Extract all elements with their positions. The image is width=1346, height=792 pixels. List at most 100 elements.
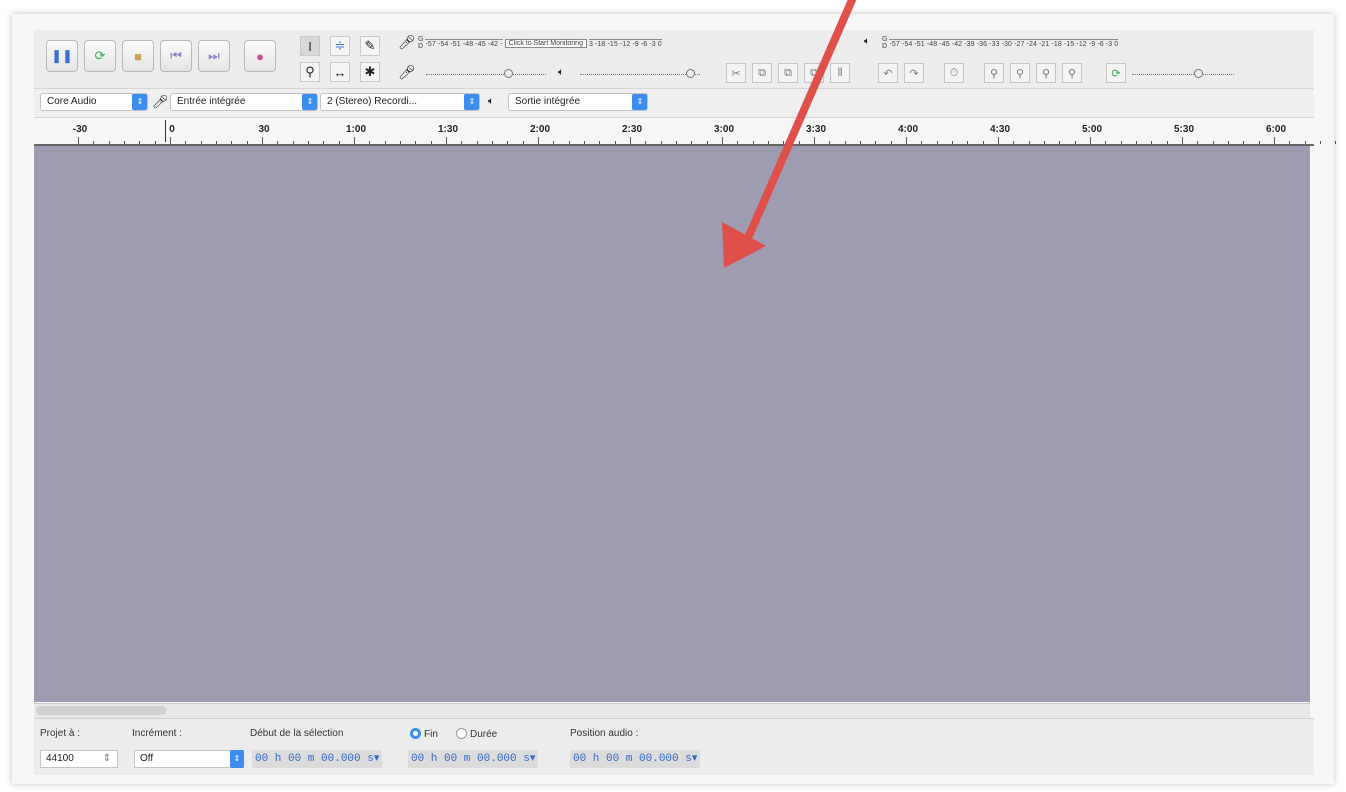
ruler-tick-mark [1304,141,1306,144]
fit-project-button[interactable]: ⚲ [1062,63,1082,83]
horizontal-scrollbar[interactable] [34,703,1310,718]
ruler-tick-mark [415,141,417,144]
input-device-value: Entrée intégrée [177,96,246,107]
ruler-tick-mark [921,141,923,144]
record-button[interactable]: ● [244,40,276,72]
ruler-tick-mark [1166,141,1168,144]
input-volume-slider[interactable] [426,65,546,79]
fit-selection-icon: ⚲ [1041,67,1051,80]
output-volume-slider[interactable] [580,65,700,79]
skip-to-end-button[interactable]: ⏭ [198,40,230,72]
ruler-tick-mark [706,141,708,144]
redo-button[interactable]: ↷ [904,63,924,83]
input-channels-select[interactable]: 2 (Stereo) Recordi... ⇕ [320,93,480,111]
ruler-tick-mark [1059,141,1061,144]
zoom-in-button[interactable]: ⚲ [984,63,1004,83]
selection-end-time[interactable]: 00 h 00 m 00.000 s▾ [408,750,539,768]
ruler-tick-mark [170,137,171,144]
envelope-tool[interactable]: ≑ [330,36,350,56]
ruler-tick-mark [1151,141,1153,144]
ruler-tick-mark [124,141,125,144]
select-arrows-icon: ⇕ [464,94,479,110]
pencil-icon: ✎ [364,38,376,53]
selection-toolbar: Projet à : 44100 ⇕ Incrément : Off ⇕ Début… [34,718,1314,775]
ruler-tick-label: 5:30 [1173,124,1195,135]
fit-project-icon: ⚲ [1067,67,1077,80]
play-at-speed-button[interactable]: ⟳ [1106,63,1126,83]
silence-button[interactable]: ⫴ [830,63,850,83]
record-meter-scale-right: 3 -18 -15 -12 -9 -6 -3 0 [588,38,662,48]
record-meter-scale: -57 -54 -51 -48 -45 -42 - [425,38,503,48]
time-shift-tool[interactable]: ↔ [330,62,350,82]
ruler-tick-mark [906,137,907,144]
output-device-value: Sortie intégrée [515,96,581,107]
playback-meter-speaker-icon[interactable]: 🔈︎ [864,36,870,47]
trim-button[interactable]: ⧉ [804,63,824,83]
project-rate-field[interactable]: 44100 ⇕ [40,750,118,768]
audio-host-select[interactable]: Core Audio ⇕ [40,93,148,111]
zoom-out-button[interactable]: ⚲ [1010,63,1030,83]
ruler-tick-mark [844,141,846,144]
play-speed-slider[interactable] [1132,65,1234,79]
sync-lock-button[interactable]: ⏱ [944,63,964,83]
ruler-tick-mark [890,141,892,144]
ruler-tick-mark [292,141,294,144]
pause-button[interactable]: ❚❚ [46,40,78,72]
ruler-tick-mark [1258,141,1260,144]
timer-icon: ⏱ [949,66,959,79]
paste-button[interactable]: ⧉ [778,63,798,83]
ruler-tick-mark [246,141,248,144]
output-device-select[interactable]: Sortie intégrée ⇕ [508,93,648,111]
input-device-select[interactable]: Entrée intégrée ⇕ [170,93,318,111]
record-meter[interactable]: G D -57 -54 -51 -48 -45 -42 - Click to S… [418,33,662,53]
draw-tool[interactable]: ✎ [360,36,380,56]
ruler-tick-mark [400,141,401,144]
end-radio-label: Fin [424,729,438,740]
playback-meter[interactable]: G D -57 -54 -51 -48 -45 -42 -39 -36 -33 … [882,33,1119,53]
selection-start-label: Début de la sélection [250,728,344,739]
scrollbar-thumb[interactable] [36,706,166,715]
cut-button[interactable]: ✂ [726,63,746,83]
ruler-tick-mark [538,137,539,144]
copy-button[interactable]: ⧉ [752,63,772,83]
audio-position-label: Position audio : [570,728,639,739]
ruler-tick-mark [1320,141,1321,144]
zoom-tool[interactable]: ⚲ [300,62,320,82]
ruler-tick-mark [1028,141,1030,144]
ruler-tick-mark [1274,137,1275,144]
copy-icon: ⧉ [758,66,766,79]
ruler-tick-mark [783,141,785,144]
stop-button[interactable]: ■ [122,40,154,72]
ruler-tick-mark [660,141,662,144]
selection-start-time[interactable]: 00 h 00 m 00.000 s▾ [252,750,383,768]
ruler-tick-mark [461,141,463,144]
audio-position-time[interactable]: 00 h 00 m 00.000 s▾ [570,750,701,768]
play-button[interactable]: ⟳ [84,40,116,72]
ruler-tick-mark [875,141,877,144]
redo-icon: ↷ [909,67,919,80]
track-panel[interactable] [34,146,1310,702]
timeline-ruler[interactable]: -30 0 30 1:00 1:30 2:00 2:30 3:00 3:30 4:00 4:30 5:… [34,118,1337,146]
record-meter-mic-icon[interactable]: 🎤︎ [398,34,416,51]
ruler-tick-mark [492,141,493,144]
ruler-tick-label: 1:30 [437,124,459,135]
undo-button[interactable]: ↶ [878,63,898,83]
mic-icon: 🎤︎ [152,94,169,109]
ruler-tick-mark [1120,141,1122,144]
fit-selection-button[interactable]: ⚲ [1036,63,1056,83]
ruler-tick-mark [93,141,95,144]
ruler-tick-label: 3:30 [805,124,827,135]
ruler-tick-mark [200,141,202,144]
monitor-button[interactable]: Click to Start Monitoring [504,38,587,48]
multi-tool[interactable]: ✱ [360,62,380,82]
ruler-tick-mark [354,137,355,144]
ruler-tick-label: 3:00 [713,124,735,135]
channel-label-right: D [418,43,424,50]
ruler-tick-mark [277,141,279,144]
snap-select[interactable]: Off ⇕ [134,750,244,768]
selection-tool[interactable]: I [300,36,320,56]
length-radio[interactable]: Durée [456,728,497,740]
end-radio[interactable]: Fin [410,728,438,740]
skip-to-start-button[interactable]: ⏮ [160,40,192,72]
asterisk-icon: ✱ [364,64,376,79]
